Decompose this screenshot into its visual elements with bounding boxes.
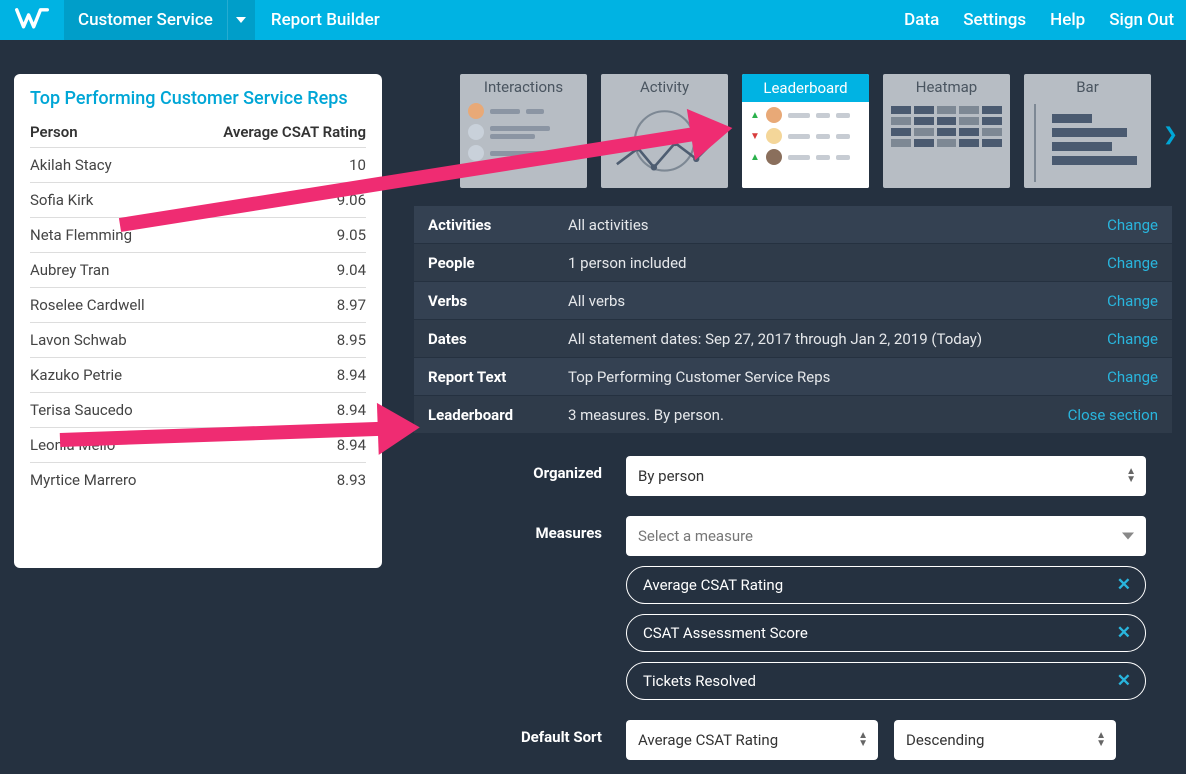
settings-value: 1 person included [568, 254, 1107, 272]
viz-type-row: Interactions Activity [414, 74, 1172, 188]
table-row: Neta Flemming9.05 [30, 217, 366, 252]
measures-select[interactable]: Select a measure [626, 516, 1146, 556]
viz-option-label: Leaderboard [742, 74, 869, 102]
arrow-up-icon: ▲ [750, 152, 760, 163]
measures-placeholder: Select a measure [638, 527, 753, 545]
updown-icon: ▲▼ [858, 732, 868, 748]
table-row: Akilah Stacy10 [30, 147, 366, 182]
organized-label: Organized [428, 456, 626, 482]
viz-option-label: Bar [1024, 74, 1151, 98]
measure-chip: CSAT Assessment Score ✕ [626, 614, 1146, 652]
nav-data[interactable]: Data [892, 0, 951, 40]
preview-title: Top Performing Customer Service Reps [30, 88, 366, 109]
table-row: Aubrey Tran9.04 [30, 252, 366, 287]
settings-value: All statement dates: Sep 27, 2017 throug… [568, 330, 1107, 348]
settings-value: All verbs [568, 292, 1107, 310]
updown-icon: ▲▼ [1096, 732, 1106, 748]
change-link[interactable]: Change [1107, 254, 1158, 272]
settings-row-report-text: Report Text Top Performing Customer Serv… [414, 358, 1172, 396]
sort-field-select[interactable]: Average CSAT Rating ▲▼ [626, 720, 878, 760]
default-sort-label: Default Sort [428, 720, 626, 746]
measure-chip: Tickets Resolved ✕ [626, 662, 1146, 700]
top-nav: Customer Service Report Builder Data Set… [0, 0, 1186, 40]
viz-option-leaderboard[interactable]: Leaderboard ▲ ▼ ▲ [742, 74, 869, 188]
settings-row-leaderboard: Leaderboard 3 measures. By person. Close… [414, 396, 1172, 434]
module-selector[interactable]: Customer Service [64, 0, 227, 40]
close-section-link[interactable]: Close section [1068, 406, 1158, 424]
builder-panel: Interactions Activity [414, 74, 1172, 755]
sort-direction-value: Descending [906, 731, 984, 749]
table-row: Roselee Cardwell8.97 [30, 287, 366, 322]
nav-help[interactable]: Help [1038, 0, 1097, 40]
remove-measure-button[interactable]: ✕ [1117, 623, 1131, 643]
viz-option-label: Interactions [460, 74, 587, 98]
viz-option-label: Activity [601, 74, 728, 98]
caret-down-icon [1122, 533, 1134, 540]
arrow-down-icon: ▼ [750, 131, 760, 142]
settings-row-dates: Dates All statement dates: Sep 27, 2017 … [414, 320, 1172, 358]
organized-select[interactable]: By person ▲▼ [626, 456, 1146, 496]
sort-direction-select[interactable]: Descending ▲▼ [894, 720, 1116, 760]
table-row: Sofia Kirk9.06 [30, 182, 366, 217]
change-link[interactable]: Change [1107, 292, 1158, 310]
arrow-up-icon: ▲ [750, 110, 760, 121]
organized-value: By person [638, 467, 704, 485]
measure-chip-label: Tickets Resolved [643, 672, 756, 690]
change-link[interactable]: Change [1107, 368, 1158, 386]
settings-label: Report Text [428, 368, 568, 386]
settings-row-verbs: Verbs All verbs Change [414, 282, 1172, 320]
table-row: Myrtice Marrero8.93 [30, 462, 366, 497]
table-row: Kazuko Petrie8.94 [30, 357, 366, 392]
change-link[interactable]: Change [1107, 330, 1158, 348]
settings-value: All activities [568, 216, 1107, 234]
settings-label: People [428, 254, 568, 272]
settings-label: Dates [428, 330, 568, 348]
leaderboard-config: Organized By person ▲▼ Measures Select a… [414, 438, 1172, 774]
report-preview-card: Top Performing Customer Service Reps Per… [14, 74, 382, 568]
viz-next-button[interactable]: ❯ [1163, 124, 1178, 145]
nav-settings[interactable]: Settings [951, 0, 1038, 40]
measure-chip-label: CSAT Assessment Score [643, 624, 808, 642]
col-header-person: Person [30, 123, 78, 141]
viz-option-bar[interactable]: Bar [1024, 74, 1151, 188]
remove-measure-button[interactable]: ✕ [1117, 671, 1131, 691]
col-header-rating: Average CSAT Rating [223, 123, 366, 141]
settings-label: Verbs [428, 292, 568, 310]
settings-list: Activities All activities Change People … [414, 206, 1172, 434]
measure-chip: Average CSAT Rating ✕ [626, 566, 1146, 604]
settings-row-activities: Activities All activities Change [414, 206, 1172, 244]
viz-option-label: Heatmap [883, 74, 1010, 98]
viz-option-heatmap[interactable]: Heatmap [883, 74, 1010, 188]
settings-label: Activities [428, 216, 568, 234]
settings-label: Leaderboard [428, 406, 568, 424]
updown-icon: ▲▼ [1126, 468, 1136, 484]
sort-field-value: Average CSAT Rating [638, 731, 778, 749]
settings-value: Top Performing Customer Service Reps [568, 368, 1107, 386]
table-row: Lavon Schwab8.95 [30, 322, 366, 357]
logo[interactable] [0, 0, 64, 40]
settings-value: 3 measures. By person. [568, 406, 1068, 424]
module-dropdown-toggle[interactable] [227, 0, 255, 40]
viz-option-activity[interactable]: Activity [601, 74, 728, 188]
measures-label: Measures [428, 516, 626, 542]
remove-measure-button[interactable]: ✕ [1117, 575, 1131, 595]
chevron-right-icon: ❯ [1163, 124, 1178, 145]
chevron-down-icon [236, 17, 246, 23]
change-link[interactable]: Change [1107, 216, 1158, 234]
table-row: Terisa Saucedo8.94 [30, 392, 366, 427]
table-row: Leonia Mello8.94 [30, 427, 366, 462]
page-title: Report Builder [255, 0, 396, 40]
measure-chip-label: Average CSAT Rating [643, 576, 783, 594]
viz-option-interactions[interactable]: Interactions [460, 74, 587, 188]
settings-row-people: People 1 person included Change [414, 244, 1172, 282]
nav-signout[interactable]: Sign Out [1097, 0, 1186, 40]
